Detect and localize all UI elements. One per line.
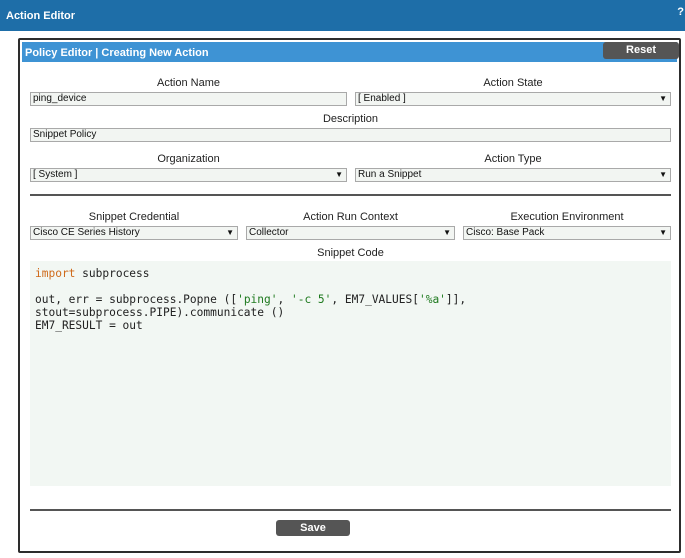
- execution-environment-select[interactable]: Cisco: Base Pack ▼: [463, 226, 671, 240]
- action-state-label: Action State: [483, 77, 543, 89]
- code-sep: , EM7_VALUES[: [331, 293, 419, 306]
- code-string: 'ping': [237, 293, 278, 306]
- close-icon[interactable]: ?: [677, 6, 684, 18]
- dropdown-arrow-icon: ▼: [659, 228, 667, 237]
- panel-title: Policy Editor | Creating New Action: [25, 47, 209, 59]
- footer-divider: [30, 509, 671, 511]
- dropdown-arrow-icon: ▼: [659, 94, 667, 103]
- code-string: '%a': [418, 293, 446, 306]
- action-type-select[interactable]: Run a Snippet ▼: [355, 168, 671, 182]
- snippet-code-editor[interactable]: import subprocess out, err = subprocess.…: [30, 261, 671, 486]
- action-run-context-label: Action Run Context: [303, 211, 398, 223]
- code-line-4: stout=subprocess.PIPE).communicate (): [35, 306, 285, 319]
- window-title: Action Editor: [6, 10, 76, 22]
- code-line-5: EM7_RESULT = out: [35, 319, 143, 332]
- action-type-value: Run a Snippet: [358, 169, 422, 180]
- section-divider: [30, 194, 671, 196]
- dropdown-arrow-icon: ▼: [335, 170, 343, 179]
- snippet-code-label: Snippet Code: [317, 247, 384, 259]
- description-input[interactable]: Snippet Policy: [30, 128, 671, 142]
- snippet-credential-select[interactable]: Cisco CE Series History ▼: [30, 226, 238, 240]
- description-label: Description: [322, 113, 379, 125]
- dropdown-arrow-icon: ▼: [443, 228, 451, 237]
- organization-label: Organization: [157, 153, 220, 165]
- dropdown-arrow-icon: ▼: [659, 170, 667, 179]
- code-keyword: import: [35, 267, 76, 280]
- action-run-context-select[interactable]: Collector ▼: [246, 226, 455, 240]
- execution-environment-label: Execution Environment: [510, 211, 624, 223]
- action-name-label: Action Name: [157, 77, 220, 89]
- code-line-1: subprocess: [75, 267, 150, 280]
- action-type-label: Action Type: [484, 153, 542, 165]
- code-line-3-pre: out, err = subprocess.Popne ([: [35, 293, 238, 306]
- panel-header: Policy Editor | Creating New Action: [22, 42, 677, 62]
- code-string: '-c 5': [290, 293, 332, 306]
- code-sep: ,: [277, 293, 291, 306]
- action-run-context-value: Collector: [249, 227, 289, 238]
- action-state-select[interactable]: [ Enabled ] ▼: [355, 92, 671, 106]
- action-name-input[interactable]: ping_device: [30, 92, 347, 106]
- snippet-credential-value: Cisco CE Series History: [33, 227, 140, 238]
- code-line-3-post: ]],: [445, 293, 467, 306]
- organization-value: [ System ]: [33, 169, 78, 180]
- reset-button[interactable]: Reset: [603, 42, 679, 59]
- action-state-value: [ Enabled ]: [358, 93, 406, 104]
- save-button[interactable]: Save: [276, 520, 350, 536]
- dropdown-arrow-icon: ▼: [226, 228, 234, 237]
- execution-environment-value: Cisco: Base Pack: [466, 227, 545, 238]
- window-title-bar: Action Editor ?: [0, 0, 685, 31]
- organization-select[interactable]: [ System ] ▼: [30, 168, 347, 182]
- snippet-credential-label: Snippet Credential: [88, 211, 180, 223]
